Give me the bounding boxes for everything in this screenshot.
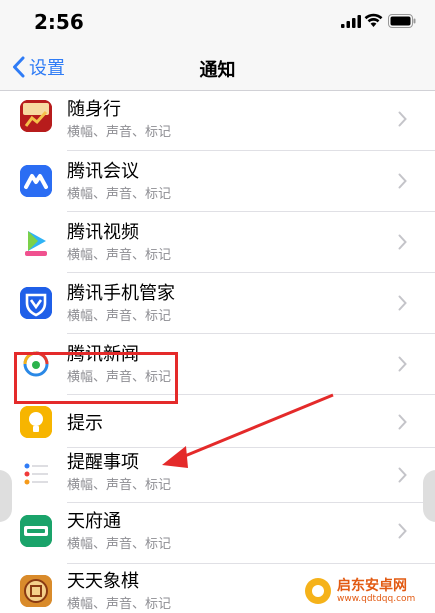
watermark-title: 启东安卓网 [337, 577, 407, 594]
watermark: 启东安卓网 www.qdtdqq.com [305, 573, 433, 609]
watermark-url: www.qdtdqq.com [337, 593, 416, 604]
screen-edge-left [0, 470, 12, 522]
arrow-annotation [162, 393, 334, 468]
screen-edge-right [423, 470, 435, 522]
watermark-logo-icon [305, 578, 331, 604]
